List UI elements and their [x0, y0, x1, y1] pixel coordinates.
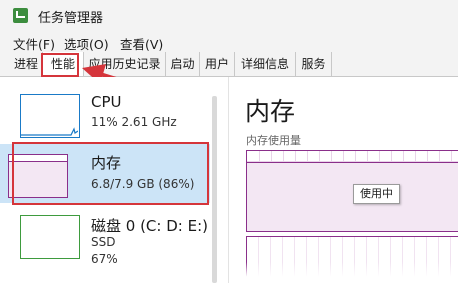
cpu-graph-line: [21, 127, 78, 136]
cpu-usage: 11% 2.61 GHz: [91, 115, 177, 129]
cpu-thumbnail-graph: [20, 94, 80, 138]
disk-title: 磁盘 0 (C: D: E:): [91, 217, 208, 235]
memory-usage-chart: [246, 150, 458, 232]
cpu-title: CPU: [91, 93, 122, 111]
disk-usage: 67%: [91, 252, 118, 266]
memory-usage-label: 内存使用量: [246, 134, 301, 147]
page-title: 内存: [245, 97, 296, 126]
sidebar-item-cpu[interactable]: CPU 11% 2.61 GHz: [0, 86, 210, 142]
pane-divider: [228, 77, 229, 283]
disk-thumbnail-graph: [20, 215, 80, 259]
sidebar-item-disk[interactable]: 磁盘 0 (C: D: E:) SSD 67%: [0, 207, 210, 283]
bottom-fade: [229, 262, 458, 283]
memory-highlight-box: [12, 142, 209, 205]
in-use-tooltip: 使用中: [353, 184, 400, 204]
disk-type: SSD: [91, 235, 116, 249]
sidebar-scrollbar[interactable]: [212, 96, 217, 283]
